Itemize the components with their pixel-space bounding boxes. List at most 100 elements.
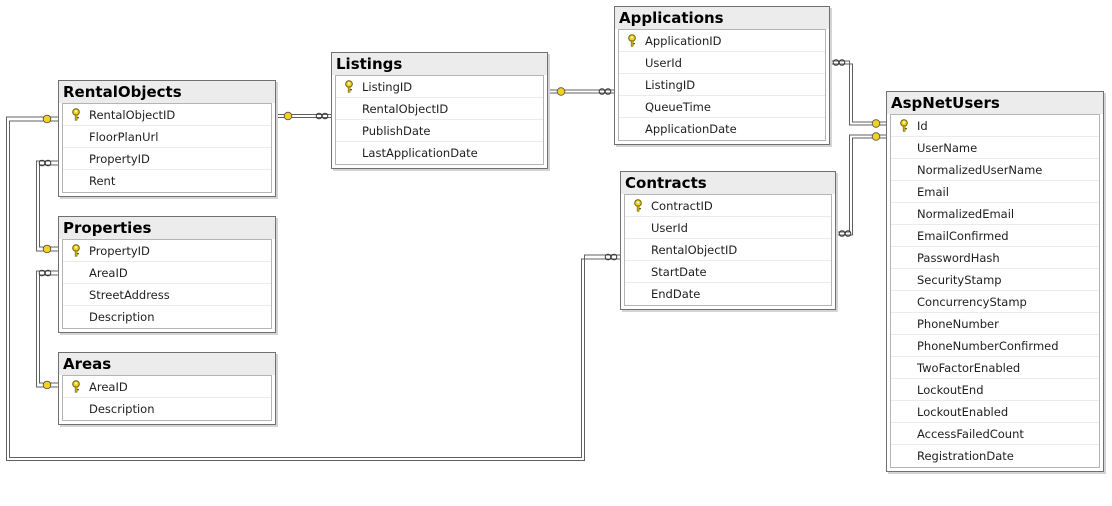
column-name: StartDate [651, 264, 707, 279]
column-row[interactable]: NormalizedUserName [891, 159, 1099, 181]
key-icon [63, 104, 89, 125]
column-row[interactable]: EndDate [625, 283, 831, 305]
rel-areas-properties [36, 270, 58, 388]
column-row[interactable]: SecurityStamp [891, 269, 1099, 291]
column-spacer [891, 225, 917, 246]
column-row[interactable]: UserName [891, 137, 1099, 159]
table-listings[interactable]: Listings ListingID RentalObjectID PublishD… [331, 52, 548, 169]
rel-aspnetusers-applications [830, 60, 886, 126]
table-title: RentalObjects [59, 81, 275, 103]
table-rentalobjects[interactable]: RentalObjects RentalObjectID FloorPlanUrl… [58, 80, 276, 197]
column-spacer [63, 262, 89, 283]
column-row[interactable]: ListingID [336, 76, 543, 98]
column-name: StreetAddress [89, 287, 170, 302]
column-row[interactable]: RentalObjectID [63, 104, 271, 126]
column-spacer [619, 74, 645, 95]
column-list: ApplicationID UserId ListingID QueueTime App… [618, 29, 826, 141]
column-spacer [891, 203, 917, 224]
column-spacer [619, 96, 645, 117]
column-list: PropertyID AreaID StreetAddress Description [62, 239, 272, 329]
column-row[interactable]: PublishDate [336, 120, 543, 142]
column-spacer [63, 170, 89, 192]
column-name: PhoneNumber [917, 316, 999, 331]
column-row[interactable]: EmailConfirmed [891, 225, 1099, 247]
column-name: AreaID [89, 379, 128, 394]
column-row[interactable]: AccessFailedCount [891, 423, 1099, 445]
column-row[interactable]: AreaID [63, 376, 271, 398]
column-name: SecurityStamp [917, 272, 1002, 287]
column-row[interactable]: PhoneNumberConfirmed [891, 335, 1099, 357]
column-spacer [891, 313, 917, 334]
column-row[interactable]: ApplicationDate [619, 118, 825, 140]
column-name: RentalObjectID [89, 107, 176, 122]
column-row[interactable]: PropertyID [63, 148, 271, 170]
column-name: LockoutEnd [917, 382, 984, 397]
column-name: LockoutEnabled [917, 404, 1009, 419]
column-name: ApplicationDate [645, 122, 737, 136]
column-list: ContractID UserId RentalObjectID StartDate E… [624, 194, 832, 306]
column-row[interactable]: UserId [619, 52, 825, 74]
column-spacer [891, 247, 917, 268]
column-name: FloorPlanUrl [89, 129, 159, 144]
column-row[interactable]: Description [63, 306, 271, 328]
column-list: ListingID RentalObjectID PublishDate LastAp… [335, 75, 544, 165]
column-spacer [891, 445, 917, 467]
column-name: ListingID [362, 79, 413, 94]
column-list: Id UserName NormalizedUserName Email Normali… [890, 114, 1100, 468]
column-spacer [891, 181, 917, 202]
column-row[interactable]: FloorPlanUrl [63, 126, 271, 148]
column-row[interactable]: ListingID [619, 74, 825, 96]
column-name: LastApplicationDate [362, 146, 478, 160]
column-row[interactable]: NormalizedEmail [891, 203, 1099, 225]
column-row[interactable]: PasswordHash [891, 247, 1099, 269]
table-title: Contracts [621, 172, 835, 194]
key-icon [63, 240, 89, 261]
table-aspnetusers[interactable]: AspNetUsers Id UserName NormalizedUserName… [886, 91, 1104, 472]
column-row[interactable]: ContractID [625, 195, 831, 217]
column-row[interactable]: AreaID [63, 262, 271, 284]
column-row[interactable]: Id [891, 115, 1099, 137]
column-name: UserId [645, 55, 682, 70]
column-list: RentalObjectID FloorPlanUrl PropertyID Rent [62, 103, 272, 193]
table-contracts[interactable]: Contracts ContractID UserId RentalObjectID… [620, 171, 836, 310]
key-icon [63, 376, 89, 397]
column-row[interactable]: PhoneNumber [891, 313, 1099, 335]
column-name: ConcurrencyStamp [917, 294, 1027, 309]
column-row[interactable]: RentalObjectID [625, 239, 831, 261]
column-row[interactable]: Description [63, 398, 271, 420]
column-spacer [891, 357, 917, 378]
column-row[interactable]: StreetAddress [63, 284, 271, 306]
column-list: AreaID Description [62, 375, 272, 421]
column-row[interactable]: RentalObjectID [336, 98, 543, 120]
column-spacer [891, 379, 917, 400]
column-row[interactable]: PropertyID [63, 240, 271, 262]
column-spacer [891, 401, 917, 422]
column-row[interactable]: UserId [625, 217, 831, 239]
column-name: PasswordHash [917, 250, 1000, 265]
column-row[interactable]: Rent [63, 170, 271, 192]
column-spacer [625, 261, 651, 282]
column-name: EndDate [651, 287, 701, 301]
column-name: AreaID [89, 265, 128, 280]
table-applications[interactable]: Applications ApplicationID UserId ListingI… [614, 6, 830, 145]
column-row[interactable]: ApplicationID [619, 30, 825, 52]
column-name: RentalObjectID [362, 101, 449, 116]
column-row[interactable]: RegistrationDate [891, 445, 1099, 467]
column-name: ContractID [651, 198, 713, 213]
column-name: NormalizedUserName [917, 162, 1043, 177]
column-row[interactable]: ConcurrencyStamp [891, 291, 1099, 313]
column-row[interactable]: LastApplicationDate [336, 142, 543, 164]
column-row[interactable]: TwoFactorEnabled [891, 357, 1099, 379]
column-row[interactable]: QueueTime [619, 96, 825, 118]
column-name: UserId [651, 220, 688, 235]
table-areas[interactable]: Areas AreaID Description [58, 352, 276, 425]
column-name: Description [89, 402, 155, 416]
column-row[interactable]: StartDate [625, 261, 831, 283]
column-spacer [63, 126, 89, 147]
table-properties[interactable]: Properties PropertyID AreaID StreetAddress… [58, 216, 276, 333]
column-row[interactable]: LockoutEnd [891, 379, 1099, 401]
column-name: Id [917, 118, 928, 133]
column-row[interactable]: Email [891, 181, 1099, 203]
column-name: ApplicationID [645, 33, 722, 48]
column-row[interactable]: LockoutEnabled [891, 401, 1099, 423]
